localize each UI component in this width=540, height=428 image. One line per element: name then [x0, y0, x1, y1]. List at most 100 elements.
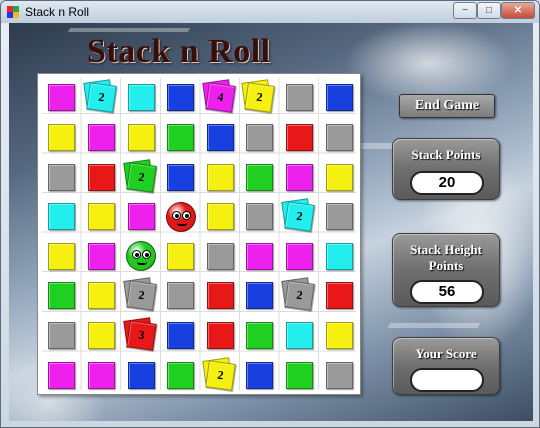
board-tile[interactable]: [246, 282, 274, 310]
board-tile[interactable]: [246, 203, 274, 231]
board-tile[interactable]: [87, 242, 115, 270]
board-tile[interactable]: [167, 123, 195, 151]
board-tile[interactable]: [285, 242, 313, 270]
board-tile[interactable]: [246, 321, 274, 349]
board-tile[interactable]: [87, 163, 115, 191]
stack-height-number: 2: [255, 89, 264, 105]
ball-mouth: [176, 223, 187, 226]
board-tile[interactable]: [246, 242, 274, 270]
ball-eye: [142, 250, 151, 260]
board-tile[interactable]: [48, 84, 76, 112]
rolling-ball-red[interactable]: [165, 201, 196, 232]
board-tile[interactable]: [87, 361, 115, 389]
board-tile[interactable]: [206, 123, 234, 151]
close-button[interactable]: ✕: [501, 2, 535, 19]
stack-height-number: 2: [216, 367, 225, 382]
stack-tile[interactable]: 2: [86, 82, 117, 114]
mountain-ridge: [387, 323, 481, 328]
ball-eye: [171, 210, 181, 220]
your-score-value: [410, 368, 484, 392]
stack-points-value: 20: [410, 171, 484, 195]
board-tile[interactable]: [48, 282, 76, 310]
game-board[interactable]: 2 4 2 2 2 2 2 3 2: [37, 73, 361, 395]
board-tile[interactable]: [206, 282, 234, 310]
minimize-button[interactable]: −: [453, 2, 477, 19]
stack-tile[interactable]: 2: [125, 161, 157, 193]
board-tile[interactable]: [87, 203, 115, 231]
board-tile[interactable]: [246, 361, 274, 389]
board-tile[interactable]: [167, 321, 195, 349]
stack-height-points-value: 56: [410, 280, 484, 304]
board-tile[interactable]: [325, 123, 353, 151]
board-tile[interactable]: [206, 163, 234, 191]
board-tile[interactable]: [206, 321, 234, 349]
stack-tile[interactable]: 2: [244, 82, 276, 114]
board-tile[interactable]: [285, 123, 313, 151]
board-tile[interactable]: [285, 321, 313, 349]
board-tile[interactable]: [325, 84, 353, 112]
board-tile[interactable]: [127, 84, 155, 112]
board-tile[interactable]: [325, 321, 353, 349]
title-bar[interactable]: Stack n Roll − □ ✕: [1, 1, 539, 23]
stack-height-number: 2: [295, 208, 304, 224]
stack-tile[interactable]: 2: [204, 359, 236, 391]
board-tile[interactable]: [127, 361, 155, 389]
stack-height-number: 3: [137, 327, 146, 343]
end-game-button[interactable]: End Game: [399, 94, 495, 118]
ball-eye: [181, 210, 191, 220]
stack-height-label-line2: Points: [428, 258, 464, 273]
game-title: Stack n Roll: [87, 33, 271, 70]
stack-height-number: 2: [97, 89, 106, 105]
maximize-button[interactable]: □: [477, 2, 501, 19]
rolling-ball-green[interactable]: [126, 241, 156, 272]
board-tile[interactable]: [167, 361, 195, 389]
stack-tile[interactable]: 4: [204, 82, 236, 114]
board-tile[interactable]: [167, 242, 195, 270]
board-tile[interactable]: [325, 242, 353, 270]
board-tile[interactable]: [167, 163, 195, 191]
stack-tile[interactable]: 3: [125, 320, 157, 351]
board-tile[interactable]: [285, 163, 313, 191]
stack-tile[interactable]: 2: [284, 201, 315, 232]
your-score-label: Your Score: [415, 346, 477, 361]
board-tile[interactable]: [48, 321, 76, 349]
ball-mouth: [137, 262, 147, 266]
stack-height-number: 2: [295, 287, 304, 303]
board-tile[interactable]: [127, 123, 155, 151]
board-tile[interactable]: [87, 282, 115, 310]
board-tile[interactable]: [48, 361, 76, 389]
stack-tile[interactable]: 2: [125, 280, 157, 312]
board-tile[interactable]: [246, 123, 274, 151]
ball-eye: [132, 250, 141, 260]
board-tile[interactable]: [246, 163, 274, 191]
board-tile[interactable]: [285, 361, 313, 389]
board-tile[interactable]: [127, 203, 155, 231]
board-tile[interactable]: [325, 282, 353, 310]
board-tile[interactable]: [48, 242, 76, 270]
board-tile[interactable]: [48, 163, 76, 191]
stack-height-number: 4: [216, 89, 225, 105]
stack-height-number: 2: [137, 169, 146, 184]
mountain-ridge: [67, 28, 191, 32]
board-tile[interactable]: [87, 321, 115, 349]
board-tile[interactable]: [48, 123, 76, 151]
board-tile[interactable]: [285, 84, 313, 112]
board-tile[interactable]: [87, 123, 115, 151]
your-score-panel: Your Score: [392, 337, 500, 395]
stack-tile[interactable]: 2: [284, 280, 315, 312]
board-tile[interactable]: [206, 242, 234, 270]
board-tile[interactable]: [167, 84, 195, 112]
stack-points-panel: Stack Points 20: [392, 138, 500, 200]
board-tile[interactable]: [206, 203, 234, 231]
window-title: Stack n Roll: [25, 5, 90, 19]
stack-height-label-line1: Stack Height: [410, 242, 482, 257]
board-tile[interactable]: [325, 361, 353, 389]
board-tile[interactable]: [325, 203, 353, 231]
game-window: Stack n Roll − □ ✕ Stack n Roll 2 4 2 2 2 2 2 3…: [0, 0, 540, 428]
stack-height-number: 2: [137, 287, 146, 303]
stack-points-label: Stack Points: [411, 147, 481, 162]
board-tile[interactable]: [325, 163, 353, 191]
board-tile[interactable]: [167, 282, 195, 310]
board-tile[interactable]: [48, 203, 76, 231]
stack-height-points-panel: Stack Height Points 56: [392, 233, 500, 307]
